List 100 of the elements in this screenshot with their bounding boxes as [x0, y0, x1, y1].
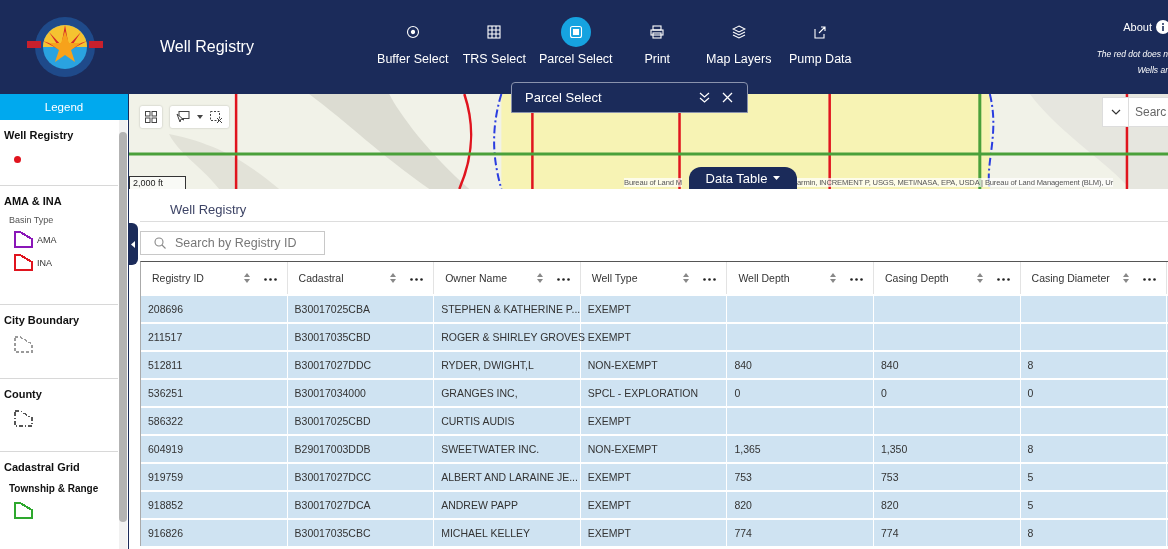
chevron-down-icon: [1110, 109, 1121, 115]
map-search-field[interactable]: Searc: [1129, 97, 1168, 127]
table-cell: 774: [734, 527, 752, 539]
table-cell: 1,365: [734, 443, 761, 455]
more-icon[interactable]: [410, 278, 424, 281]
more-icon[interactable]: [703, 278, 717, 281]
table-cell: SPCL - EXPLORATION: [587, 387, 699, 399]
table-cell: 753: [734, 471, 752, 483]
more-icon[interactable]: [263, 278, 277, 281]
table-cell: 1,350: [880, 443, 908, 455]
grid-icon: [487, 25, 502, 39]
panel-title: Parcel Select: [525, 90, 603, 105]
more-icon[interactable]: [996, 278, 1010, 281]
nav-tab[interactable]: Print: [616, 17, 698, 77]
close-icon[interactable]: [722, 92, 733, 103]
column-title: Owner Name: [445, 272, 509, 284]
legend-subtitle: Township & Range: [9, 483, 100, 494]
notice-text: The red dot does n: [1096, 48, 1168, 61]
table-cell: 5: [1027, 499, 1034, 511]
caret-icon[interactable]: [197, 115, 203, 119]
table-cell: 753: [880, 471, 899, 483]
table-cell: 820: [880, 499, 899, 511]
table-cell: 211517: [148, 331, 183, 343]
table-cell: B30017035CBC: [294, 527, 371, 539]
nav-tab[interactable]: TRS Select: [453, 17, 535, 77]
legend-label: INA: [37, 257, 52, 268]
nav-tab[interactable]: Pump Data: [779, 17, 861, 77]
table-cell: 5: [1027, 471, 1034, 483]
more-icon[interactable]: [556, 278, 570, 281]
table-cell: 8: [1027, 359, 1034, 371]
scrollbar[interactable]: [119, 120, 127, 549]
table-row[interactable]: 512811 B30017027DDC RYDER, DWIGHT,L NON-EXEMPT 840 840 8: [141, 350, 1168, 378]
table-cell: RYDER, DWIGHT,L: [441, 359, 534, 371]
table-row[interactable]: 918852 B30017027DCA ANDREW PAPP EXEMPT 820 820 5: [141, 490, 1168, 518]
table-row[interactable]: 604919 B29017003DDB SWEETWATER INC. NON-EXEMPT 1,365 1,350 8: [141, 434, 1168, 462]
about-link[interactable]: About: [1123, 21, 1152, 33]
table-cell: B30017027DCC: [294, 471, 372, 483]
table-cell: 774: [880, 527, 899, 539]
info-icon[interactable]: [1156, 20, 1168, 34]
search-field[interactable]: Search by Registry ID: [140, 231, 325, 255]
table-cell: ALBERT AND LARAINE JE...: [441, 471, 578, 483]
collapse-button[interactable]: [128, 223, 138, 265]
table-cell: ROGER & SHIRLEY GROVES: [441, 331, 586, 343]
data-table-tab[interactable]: Data Table: [689, 167, 797, 189]
table-row[interactable]: 211517 B30017035CBD ROGER & SHIRLEY GROVES EXEMPT: [141, 322, 1168, 350]
table-row[interactable]: 586322 B30017025CBD CURTIS AUDIS EXEMPT: [141, 406, 1168, 434]
table-cell: 586322: [148, 415, 184, 427]
printer-icon: [650, 25, 665, 39]
table-row[interactable]: 919759 B30017027DCC ALBERT AND LARAINE JE... EXEMPT 753 753 5: [141, 462, 1168, 490]
nav-tab[interactable]: Map Layers: [698, 17, 780, 77]
table-cell: STEPHEN & KATHERINE P...: [441, 303, 581, 315]
sort-icon[interactable]: [243, 273, 250, 283]
table-cell: MICHAEL KELLEY: [441, 527, 531, 539]
table-cell: 604919: [148, 443, 184, 455]
clear-selection-icon[interactable]: [210, 111, 223, 123]
sort-icon[interactable]: [683, 273, 690, 283]
nav-tab[interactable]: Buffer Select: [372, 17, 454, 77]
more-icon[interactable]: [1143, 278, 1157, 281]
nav-tab[interactable]: Parcel Select: [535, 17, 617, 77]
table-cell: EXEMPT: [587, 415, 631, 427]
select-cursor-icon[interactable]: [176, 111, 190, 123]
table-cell: 918852: [148, 499, 184, 511]
table-cell: 8: [1027, 527, 1034, 539]
table-cell: 919759: [148, 471, 184, 483]
grid-tool-button[interactable]: [140, 106, 162, 128]
sort-icon[interactable]: [390, 273, 397, 283]
table-cell: GRANGES INC,: [441, 387, 518, 399]
table-row[interactable]: 536251 B30017034000 GRANGES INC, SPCL - EXPLORATION 0 0 0: [141, 378, 1168, 406]
table-cell: 512811: [148, 359, 183, 371]
legend-section-title: County: [4, 388, 43, 400]
column-title: Cadastral: [298, 272, 345, 284]
notice-text: Wells ar: [1137, 64, 1168, 77]
column-title: Casing Diameter: [1031, 272, 1111, 284]
table-cell: CURTIS AUDIS: [441, 415, 515, 427]
caret-icon: [131, 240, 135, 248]
more-icon[interactable]: [849, 278, 863, 281]
sort-icon[interactable]: [1123, 273, 1130, 283]
grid-select-icon: [145, 111, 157, 123]
table-cell: EXEMPT: [587, 303, 631, 315]
share-icon: [813, 25, 828, 39]
sort-icon[interactable]: [829, 273, 836, 283]
table-cell: B30017034000: [294, 387, 366, 399]
app-title: Well Registry: [159, 38, 255, 56]
legend-label: AMA: [37, 234, 57, 245]
table-cell: EXEMPT: [587, 527, 631, 539]
table-cell: 0: [734, 387, 741, 399]
double-chevron-icon[interactable]: [699, 92, 710, 103]
table-cell: NON-EXEMPT: [587, 443, 658, 455]
scale-bar: 2,000 ft: [129, 176, 186, 189]
table-row[interactable]: 208696 B30017025CBA STEPHEN & KATHERINE P... EXEMPT: [141, 294, 1168, 322]
column-title: Well Type: [591, 272, 639, 284]
table-row[interactable]: 916826 B30017035CBC MICHAEL KELLEY EXEMPT 774 774 8: [141, 518, 1168, 546]
table-cell: EXEMPT: [587, 499, 631, 511]
search-icon: [154, 237, 166, 249]
sort-icon[interactable]: [536, 273, 543, 283]
table-cell: B30017027DDC: [294, 359, 372, 371]
sort-icon[interactable]: [976, 273, 983, 283]
legend-section-title: AMA & INA: [4, 195, 63, 207]
table-cell: B30017025CBA: [294, 303, 370, 315]
table-cell: 208696: [148, 303, 184, 315]
